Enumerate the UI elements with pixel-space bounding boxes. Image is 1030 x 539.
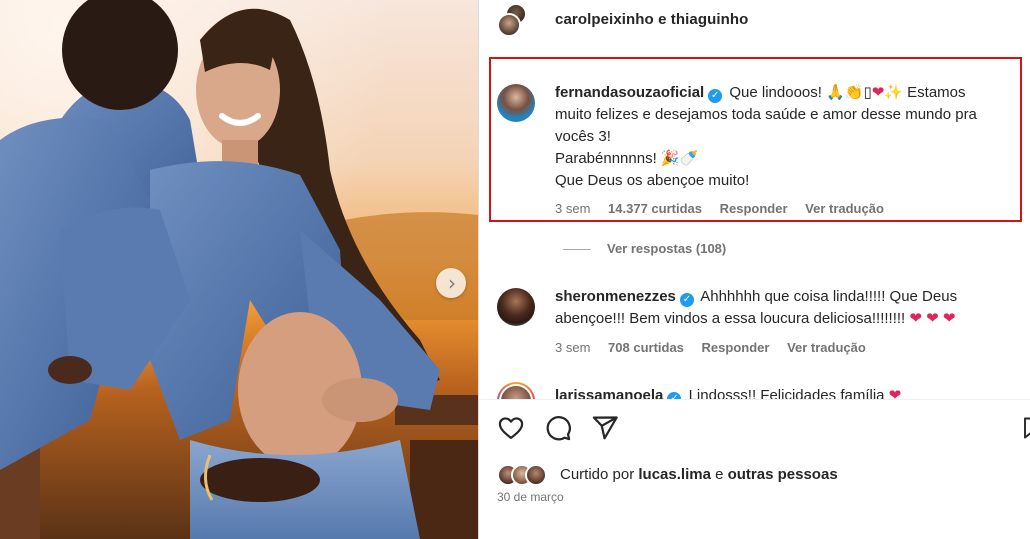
comments-panel: carolpeixinho e thiaguinho fernandasouza… xyxy=(479,0,1030,539)
comment: larissamanoela ✓ Lindosss!! Felicidades f… xyxy=(479,382,1030,399)
liked-by-others[interactable]: outras pessoas xyxy=(728,466,838,483)
comment-button[interactable] xyxy=(544,414,574,444)
avatar[interactable] xyxy=(497,288,535,326)
comment-line: Ahhhhhh que coisa linda!!!!! Que Deus xyxy=(700,288,958,305)
share-button[interactable] xyxy=(591,414,621,444)
comment-line: Lindosss!! Felicidades família ❤ xyxy=(688,387,902,399)
comment-line: abençoe!!! Bem vindos a essa loucura del… xyxy=(555,310,956,327)
comment-text: larissamanoela ✓ Lindosss!! Felicidades f… xyxy=(555,385,1015,399)
post-date[interactable]: 30 de março xyxy=(497,490,564,504)
comment-line: Parabénnnnns! 🎉🍼 xyxy=(555,150,699,167)
post-photo: › xyxy=(0,0,478,539)
post-authors[interactable]: carolpeixinho e thiaguinho xyxy=(555,11,748,28)
comment-line: Que Deus os abençoe muito! xyxy=(555,172,750,189)
action-bar xyxy=(479,412,1030,448)
comment-username[interactable]: larissamanoela xyxy=(555,387,663,399)
comment-meta: 3 sem 708 curtidas Responder Ver traduçã… xyxy=(555,340,880,355)
translate-button[interactable]: Ver tradução xyxy=(787,340,866,355)
liked-by-user[interactable]: lucas.lima xyxy=(638,466,711,483)
likes-summary: Curtido por lucas.lima e outras pessoas xyxy=(497,462,1017,488)
comment-likes[interactable]: 708 curtidas xyxy=(608,340,684,355)
verified-badge-icon: ✓ xyxy=(679,293,694,307)
comment-time[interactable]: 3 sem xyxy=(555,340,590,355)
bookmark-icon xyxy=(1024,417,1030,439)
like-button[interactable] xyxy=(497,414,527,444)
verified-badge-icon: ✓ xyxy=(708,89,723,103)
post-header: carolpeixinho e thiaguinho xyxy=(479,0,1030,40)
view-replies-button[interactable]: Ver respostas (108) xyxy=(563,241,726,256)
view-replies-label: Ver respostas (108) xyxy=(607,241,727,256)
verified-badge-icon: ✓ xyxy=(667,392,682,399)
couple-photo-illustration xyxy=(0,0,478,539)
author-avatars[interactable] xyxy=(497,3,529,39)
liked-by-prefix: Curtido por xyxy=(560,466,635,483)
actions-divider xyxy=(479,399,1030,400)
comment-text: fernandasouzaoficial ✓ Que lindooos! 🙏👏▯❤… xyxy=(555,82,1015,192)
avatar[interactable] xyxy=(497,382,535,399)
likers-avatars[interactable] xyxy=(497,462,557,488)
chevron-right-icon: › xyxy=(448,271,456,295)
comment-time[interactable]: 3 sem xyxy=(555,201,590,216)
save-button[interactable] xyxy=(1022,414,1030,444)
next-photo-button[interactable]: › xyxy=(436,268,466,298)
liked-by-text: Curtido por lucas.lima e outras pessoas xyxy=(560,466,838,483)
replies-line xyxy=(563,249,591,251)
avatar xyxy=(525,464,547,486)
avatar xyxy=(497,13,521,37)
comment-meta: 3 sem 14.377 curtidas Responder Ver trad… xyxy=(555,201,898,216)
avatar[interactable] xyxy=(497,84,535,122)
liked-by-connector: e xyxy=(715,466,724,483)
comment-line: muito felizes e desejamos toda saúde e a… xyxy=(555,106,977,123)
comment-line: vocês 3! xyxy=(555,128,611,145)
heart-icon xyxy=(498,417,524,440)
reply-button[interactable]: Responder xyxy=(720,201,788,216)
comment-username[interactable]: sheronmenezzes xyxy=(555,288,676,305)
share-icon xyxy=(592,416,618,440)
comment-username[interactable]: fernandasouzaoficial xyxy=(555,84,704,101)
translate-button[interactable]: Ver tradução xyxy=(805,201,884,216)
reply-button[interactable]: Responder xyxy=(702,340,770,355)
comment-icon xyxy=(546,416,571,441)
comment-likes[interactable]: 14.377 curtidas xyxy=(608,201,702,216)
comment-text: sheronmenezzes ✓ Ahhhhhh que coisa linda!… xyxy=(555,286,1015,330)
comment-line: Que lindooos! 🙏👏▯❤✨ Estamos xyxy=(729,84,966,101)
